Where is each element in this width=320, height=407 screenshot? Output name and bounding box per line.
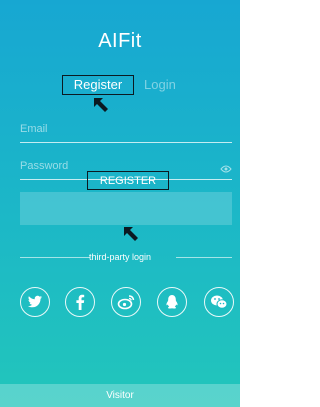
- facebook-icon[interactable]: [65, 287, 95, 317]
- auth-tabs: Register Login: [0, 75, 240, 97]
- email-input[interactable]: [20, 118, 200, 140]
- weibo-icon[interactable]: [111, 287, 141, 317]
- wechat-icon[interactable]: [204, 287, 234, 317]
- third-party-divider: third-party login: [0, 250, 240, 264]
- tab-register[interactable]: Register: [62, 75, 134, 95]
- divider-line-right: [176, 257, 232, 258]
- register-button-area[interactable]: [20, 192, 232, 225]
- twitter-icon[interactable]: [20, 287, 50, 317]
- email-field[interactable]: [20, 118, 232, 143]
- pointer-arrow-icon: [92, 96, 110, 114]
- social-login-row: [0, 287, 240, 319]
- eye-icon[interactable]: [220, 161, 232, 179]
- register-button[interactable]: REGISTER: [87, 171, 169, 190]
- register-screen: AIFit Register Login REGISTER third-part…: [0, 0, 240, 407]
- app-title: AIFit: [98, 30, 142, 52]
- tab-login[interactable]: Login: [144, 75, 176, 95]
- visitor-button[interactable]: Visitor: [0, 384, 240, 407]
- qq-icon[interactable]: [157, 287, 187, 317]
- pointer-arrow-icon: [122, 225, 140, 243]
